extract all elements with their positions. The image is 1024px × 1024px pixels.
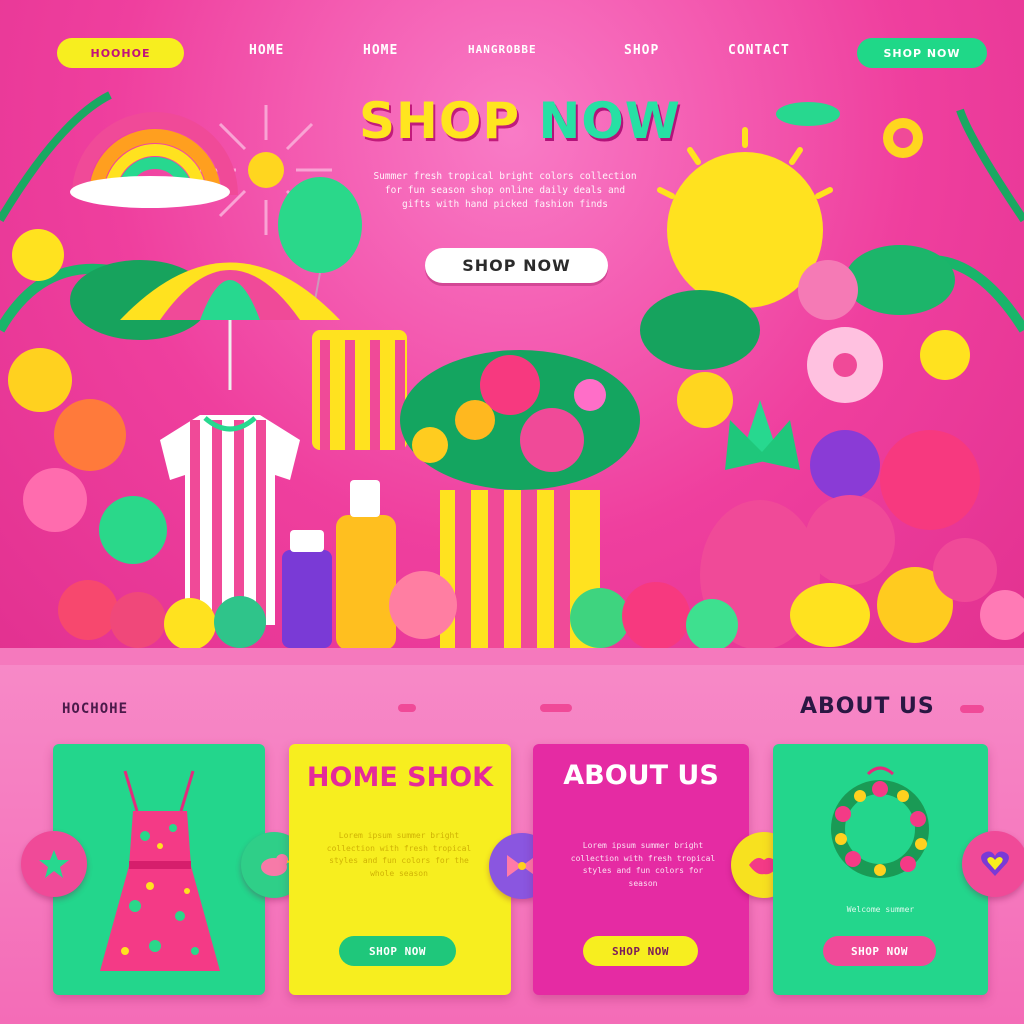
section-label-about: ABOUT US — [800, 694, 935, 719]
dress-image — [100, 770, 220, 971]
heart-icon[interactable] — [962, 831, 1024, 897]
divider-dash — [540, 704, 572, 712]
wreath-image — [831, 766, 929, 878]
card-shop-now-button[interactable]: SHOP NOW — [583, 936, 698, 966]
nav-link-hangrobbe[interactable]: HANGROBBE — [468, 43, 537, 56]
product-card-about[interactable]: ABOUT US Lorem ipsum summer bright colle… — [533, 744, 749, 995]
star-icon[interactable] — [21, 831, 87, 897]
nav-link-shop[interactable]: SHOP — [624, 43, 659, 58]
logo-button[interactable]: HOOHOE — [57, 38, 184, 68]
card-title: ABOUT US — [563, 760, 719, 791]
card-title: HOME SHOK — [306, 762, 494, 793]
hero-title-word-1: SHOP — [359, 92, 521, 150]
nav-shop-now-button[interactable]: SHOP NOW — [857, 38, 987, 68]
shirt-shape — [160, 415, 300, 625]
hero-shop-now-button[interactable]: SHOP NOW — [425, 248, 608, 283]
product-card-home[interactable]: HOME SHOK Lorem ipsum summer bright coll… — [289, 744, 511, 995]
card-text: Welcome summer — [846, 905, 915, 914]
nav-link-home-2[interactable]: HOME — [363, 43, 398, 58]
section-label-left: HOCHOHE — [62, 701, 129, 717]
card-text: Lorem ipsum summer bright collection wit… — [570, 841, 716, 888]
product-card-wreath[interactable]: Welcome summer SHOP NOW — [773, 744, 988, 995]
card-text: Lorem ipsum summer bright collection wit… — [326, 831, 472, 878]
nav-link-home[interactable]: HOME — [249, 43, 284, 58]
divider-dash — [398, 704, 416, 712]
hero-banner: HOOHOE HOME HOME HANGROBBE SHOP CONTACT … — [0, 0, 1024, 665]
nav-link-contact[interactable]: CONTACT — [728, 43, 790, 58]
card-shop-now-button[interactable]: SHOP NOW — [823, 936, 936, 966]
hero-paragraph: Summer fresh tropical bright colors coll… — [373, 171, 637, 210]
divider-dash — [960, 705, 984, 713]
hero-title: SHOP NOW — [300, 92, 740, 150]
hero-title-word-2: NOW — [538, 92, 681, 150]
card-shop-now-button[interactable]: SHOP NOW — [339, 936, 456, 966]
